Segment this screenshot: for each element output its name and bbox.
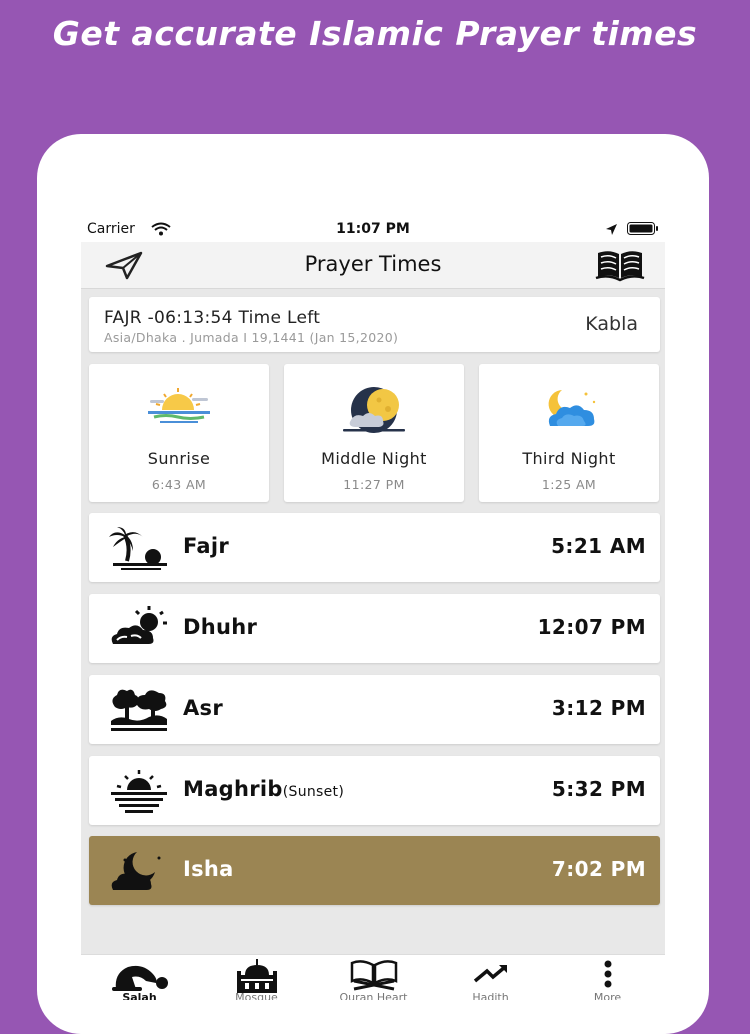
sunrise-icon (89, 386, 269, 442)
tab-salah[interactable]: Salah (81, 955, 198, 1000)
tile-label: Third Night (522, 449, 616, 468)
quran-icon (350, 960, 397, 991)
battery-icon (627, 222, 659, 239)
prayer-name: Dhuhr (183, 615, 258, 639)
prayer-name: Asr (183, 696, 224, 720)
tile-third-night[interactable]: Third Night 1:25 AM (479, 364, 659, 502)
tab-label: More (593, 991, 622, 1000)
prayer-time: 7:02 PM (551, 857, 646, 881)
tab-label: Hadith (472, 991, 509, 1000)
promo-headline: Get accurate Islamic Prayer times (52, 14, 698, 53)
status-bar: Carrier 11:07 PM (81, 214, 665, 242)
moon-cloud-icon (284, 386, 464, 442)
page-title: Prayer Times (304, 252, 442, 276)
prayer-row-asr[interactable]: Asr 3:12 PM (89, 675, 660, 744)
trend-icon (473, 965, 507, 983)
sun-cloud-icon (109, 606, 169, 656)
prayer-name: Fajr (183, 534, 230, 558)
tile-time: 11:27 PM (343, 477, 405, 492)
tab-bar: Salah Mosque Quran Heart Hadith More (81, 954, 665, 1000)
tab-quran-heart[interactable]: Quran Heart (315, 955, 432, 1000)
tile-middle-night[interactable]: Middle Night 11:27 PM (284, 364, 464, 502)
night-moon-icon (109, 848, 169, 898)
next-prayer-card[interactable]: FAJR -06:13:54 Time Left Asia/Dhaka . Ju… (89, 297, 660, 352)
prayer-row-dhuhr[interactable]: Dhuhr 12:07 PM (89, 594, 660, 663)
tab-hadith[interactable]: Hadith (432, 955, 549, 1000)
kabla-toggle[interactable]: Kabla (585, 313, 638, 335)
prayer-name: Isha (183, 857, 234, 881)
prostration-icon (111, 965, 168, 991)
tab-label: Quran Heart (339, 991, 408, 1000)
tile-time: 6:43 AM (151, 477, 207, 492)
prayer-name: Maghrib(Sunset) (183, 777, 345, 801)
tile-time: 1:25 AM (541, 477, 597, 492)
sunset-icon (109, 768, 169, 818)
prayer-time: 5:32 PM (551, 777, 646, 801)
tab-more[interactable]: More (549, 955, 665, 1000)
tab-mosque[interactable]: Mosque (198, 955, 315, 1000)
prayer-row-maghrib[interactable]: Maghrib(Sunset) 5:32 PM (89, 756, 660, 825)
location-arrow-icon (605, 223, 618, 240)
palm-sunrise-icon (109, 525, 169, 575)
more-vertical-icon (604, 960, 611, 988)
prayer-time: 12:07 PM (537, 615, 646, 639)
app-screen: Carrier 11:07 PM Prayer Times FAJR -06:1… (81, 214, 665, 1000)
prayer-time: 3:12 PM (551, 696, 646, 720)
prayer-row-fajr[interactable]: Fajr 5:21 AM (89, 513, 660, 582)
crescent-cloud-icon (479, 386, 659, 442)
status-time: 11:07 PM (336, 221, 410, 237)
prayer-row-isha[interactable]: Isha 7:02 PM (89, 836, 660, 905)
navigation-bar: Prayer Times (81, 242, 665, 289)
prayer-time: 5:21 AM (551, 534, 646, 558)
tile-label: Middle Night (321, 449, 427, 468)
tile-label: Sunrise (147, 449, 211, 468)
next-prayer-date: Asia/Dhaka . Jumada I 19,1441 (Jan 15,20… (104, 330, 399, 345)
tile-sunrise[interactable]: Sunrise 6:43 AM (89, 364, 269, 502)
mosque-icon (236, 959, 277, 993)
next-prayer-countdown: FAJR -06:13:54 Time Left (104, 308, 321, 328)
tab-label: Mosque (235, 991, 278, 1000)
tree-landscape-icon (109, 687, 169, 737)
tab-label: Salah (122, 991, 157, 1000)
prayer-note: (Sunset) (282, 784, 345, 800)
book-icon[interactable] (595, 248, 645, 286)
